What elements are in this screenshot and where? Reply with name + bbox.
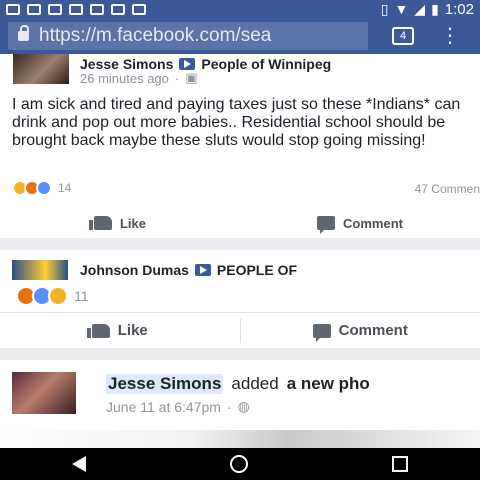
post-header: Jesse Simons added a new pho xyxy=(106,374,370,394)
recent-apps-icon[interactable] xyxy=(392,456,408,472)
group-name[interactable]: PEOPLE OF xyxy=(217,262,297,278)
comment-icon xyxy=(317,216,336,234)
url-input[interactable]: https://m.facebook.com/sea xyxy=(8,22,368,50)
vibrate-icon: ▯ xyxy=(380,0,389,17)
url-text: https://m.facebook.com/sea xyxy=(39,25,272,46)
like-reaction-icon xyxy=(36,180,52,196)
overflow-menu-icon[interactable]: ⋮ xyxy=(440,26,460,46)
dot-separator: · xyxy=(226,398,232,415)
author-name[interactable]: Jesse Simons xyxy=(106,374,224,394)
thumbs-up-icon xyxy=(88,216,112,230)
avatar[interactable] xyxy=(12,372,76,414)
avatar[interactable] xyxy=(12,260,68,280)
comment-icon xyxy=(312,323,331,342)
like-button[interactable]: Like xyxy=(0,216,240,231)
wow-reaction-icon xyxy=(48,286,68,306)
reaction-count: 11 xyxy=(74,288,89,304)
signal-icon: ◢ xyxy=(414,0,426,17)
gmail-icon xyxy=(69,3,83,15)
avatar[interactable] xyxy=(13,54,69,84)
post-card: Jesse Simons added a new pho June 11 at … xyxy=(0,360,480,430)
post-action: added xyxy=(231,374,279,393)
comment-button[interactable]: Comment xyxy=(241,322,480,342)
author-name[interactable]: Johnson Dumas xyxy=(80,262,189,278)
arrow-right-icon xyxy=(194,264,211,276)
settings-icon xyxy=(90,3,104,15)
like-button[interactable]: Like xyxy=(0,322,240,339)
post-card: Jesse Simons People of Winnipeg 26 minut… xyxy=(0,54,480,238)
android-nav-bar xyxy=(0,448,480,480)
dot-separator: · xyxy=(174,70,180,86)
post-card: Johnson Dumas PEOPLE OF 11 Like Comment xyxy=(0,250,480,348)
arrow-right-icon xyxy=(179,58,196,70)
facebook-icon xyxy=(6,3,20,15)
tabs-button[interactable]: 4 xyxy=(392,27,414,45)
post-meta: 26 minutes ago · ▣ xyxy=(80,70,198,86)
reaction-count: 14 xyxy=(58,181,72,195)
home-icon[interactable] xyxy=(230,455,248,473)
reaction-summary[interactable]: 14 xyxy=(12,180,71,196)
globe-icon: ◍ xyxy=(237,398,250,414)
group-audience-icon: ▣ xyxy=(185,70,198,85)
post-image[interactable] xyxy=(0,430,480,448)
image-icon xyxy=(27,3,41,15)
wifi-icon: ▼ xyxy=(394,1,409,17)
browser-toolbar: https://m.facebook.com/sea 4 ⋮ xyxy=(0,18,480,54)
photo-icon xyxy=(48,3,62,15)
lock-icon xyxy=(18,25,29,41)
thumbs-up-icon xyxy=(86,323,110,338)
comment-button[interactable]: Comment xyxy=(240,215,480,234)
send-icon xyxy=(132,3,146,15)
back-icon[interactable] xyxy=(72,456,86,472)
post-actions: Like Comment xyxy=(0,208,480,238)
battery-icon: ▮ xyxy=(431,0,439,17)
reaction-summary[interactable]: 11 xyxy=(16,286,89,306)
comment-label: Comment xyxy=(338,322,408,339)
like-label: Like xyxy=(117,322,148,339)
status-time: 1:02 xyxy=(444,0,474,18)
post-time[interactable]: 26 minutes ago xyxy=(80,71,169,86)
post-actions: Like Comment xyxy=(0,312,480,348)
tools-icon xyxy=(111,3,125,15)
comments-count[interactable]: 47 Commen xyxy=(415,182,480,196)
comment-label: Comment xyxy=(343,215,403,231)
post-time[interactable]: June 11 at 6:47pm xyxy=(106,399,221,415)
like-label: Like xyxy=(119,215,146,231)
status-bar: ▯ ▼ ◢ ▮ 1:02 xyxy=(0,0,480,18)
post-meta: June 11 at 6:47pm · ◍ xyxy=(106,398,250,415)
group-name[interactable]: People of Winnipeg xyxy=(201,56,331,72)
post-header: Johnson Dumas PEOPLE OF xyxy=(80,262,297,278)
post-text: I am sick and tired and paying taxes jus… xyxy=(12,96,461,149)
post-object[interactable]: a new pho xyxy=(287,374,370,394)
